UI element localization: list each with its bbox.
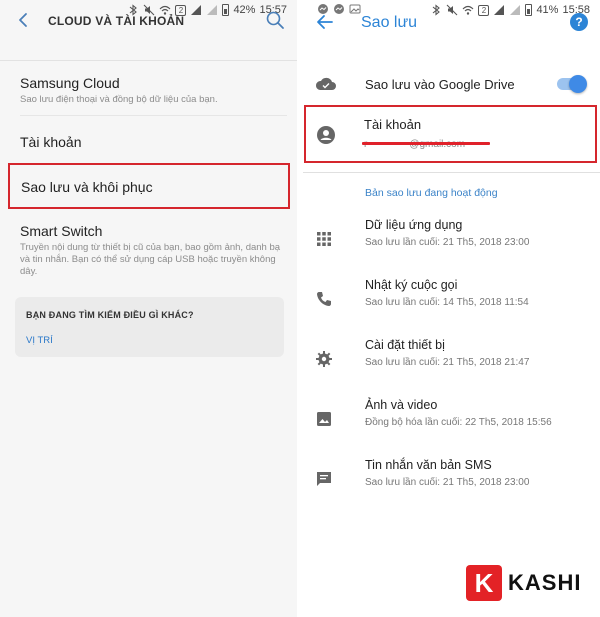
logo-mark: K: [466, 565, 502, 601]
account-circle-icon: [317, 126, 335, 144]
menu-item-title: Samsung Cloud: [20, 75, 120, 91]
item-subtitle: Đồng bộ hóa lần cuối: 22 Th5, 2018 15:56: [365, 417, 552, 428]
status-bar: 2 41% 15:58: [303, 0, 600, 20]
menu-item-smart-switch[interactable]: Smart Switch Truyền nội dung từ thiết bị…: [20, 223, 287, 278]
item-subtitle: Sao lưu lần cuối: 21 Th5, 2018 23:00: [365, 237, 530, 248]
menu-item-title: Smart Switch: [20, 223, 103, 239]
sim-badge: 2: [478, 4, 490, 16]
item-subtitle: Sao lưu lần cuối: 21 Th5, 2018 21:47: [365, 357, 530, 368]
backup-item-device-settings[interactable]: Cài đặt thiết bị Sao lưu lần cuối: 21 Th…: [303, 338, 600, 398]
redaction-mark: [362, 142, 490, 145]
phone-icon: [317, 292, 331, 306]
signal-icon: [190, 4, 202, 16]
back-arrow-icon[interactable]: [14, 10, 34, 30]
toggle-knob: [569, 75, 587, 93]
account-title: Tài khoản: [364, 117, 422, 132]
image-notification-icon: [349, 3, 361, 15]
backup-item-photos-videos[interactable]: Ảnh và video Đồng bộ hóa lần cuối: 22 Th…: [303, 398, 600, 458]
menu-item-subtitle: Sao lưu điện thoại và đồng bộ dữ liệu củ…: [20, 94, 218, 105]
image-icon: [317, 412, 331, 426]
backup-item-call-log[interactable]: Nhật ký cuộc gọi Sao lưu lần cuối: 14 Th…: [303, 278, 600, 338]
cloud-done-icon: [315, 77, 336, 90]
account-row[interactable]: Tài khoản r••••••••••••@gmail.com: [304, 105, 597, 163]
menu-item-backup-restore[interactable]: Sao lưu và khôi phục: [8, 163, 290, 209]
right-phone-screen: 2 41% 15:58 Sao lưu ? Sao lưu vào Google…: [303, 0, 600, 617]
logo-text: KASHI: [508, 570, 582, 595]
suggestion-card: BẠN ĐANG TÌM KIẾM ĐIỀU GÌ KHÁC? VỊ TRÍ: [15, 297, 284, 357]
menu-item-title: Tài khoản: [20, 134, 82, 150]
battery-icon: [525, 4, 533, 16]
menu-item-subtitle: Truyền nội dung từ thiết bị cũ của bạn, …: [20, 242, 281, 277]
backup-item-sms[interactable]: Tin nhắn văn bản SMS Sao lưu lần cuối: 2…: [303, 458, 600, 518]
gear-icon: [316, 351, 332, 367]
search-icon[interactable]: [265, 10, 285, 30]
help-icon[interactable]: ?: [570, 13, 588, 31]
location-link[interactable]: VỊ TRÍ: [26, 335, 53, 346]
section-title: Bản sao lưu đang hoạt động: [365, 187, 498, 199]
item-subtitle: Sao lưu lần cuối: 14 Th5, 2018 11:54: [365, 297, 529, 308]
divider: [20, 115, 287, 116]
back-arrow-icon[interactable]: [315, 12, 335, 32]
apps-grid-icon: [317, 232, 331, 246]
menu-item-title: Sao lưu và khôi phục: [21, 179, 153, 195]
menu-item-accounts[interactable]: Tài khoản: [20, 134, 287, 150]
divider: [303, 172, 600, 173]
bluetooth-icon: [430, 4, 442, 16]
header-divider: [0, 60, 297, 61]
wifi-icon: [462, 4, 474, 16]
google-drive-backup-label: Sao lưu vào Google Drive: [365, 77, 515, 92]
battery-icon: [222, 4, 230, 16]
battery-percent: 42%: [233, 4, 256, 16]
item-title: Tin nhắn văn bản SMS: [365, 458, 492, 472]
item-title: Nhật ký cuộc gọi: [365, 278, 458, 292]
kashi-logo: K KASHI: [466, 565, 581, 601]
card-title: BẠN ĐANG TÌM KIẾM ĐIỀU GÌ KHÁC?: [26, 310, 194, 320]
signal-icon-2: [509, 4, 521, 16]
item-title: Dữ liệu ứng dụng: [365, 218, 463, 232]
item-subtitle: Sao lưu lần cuối: 21 Th5, 2018 23:00: [365, 477, 530, 488]
page-title: CLOUD VÀ TÀI KHOẢN: [48, 14, 185, 28]
signal-icon: [493, 4, 505, 16]
item-title: Cài đặt thiết bị: [365, 338, 445, 352]
page-title: Sao lưu: [361, 14, 418, 31]
menu-item-samsung-cloud[interactable]: Samsung Cloud Sao lưu điện thoại và đồng…: [20, 75, 287, 106]
item-title: Ảnh và video: [365, 398, 438, 412]
google-drive-backup-toggle[interactable]: [557, 75, 587, 93]
signal-icon-2: [206, 4, 218, 16]
mute-icon: [446, 4, 458, 16]
message-icon: [317, 472, 331, 486]
left-phone-screen: 2 42% 15:57 CLOUD VÀ TÀI KHOẢN Samsung C…: [0, 0, 297, 617]
battery-percent: 41%: [536, 4, 559, 16]
backup-item-app-data[interactable]: Dữ liệu ứng dụng Sao lưu lần cuối: 21 Th…: [303, 218, 600, 278]
